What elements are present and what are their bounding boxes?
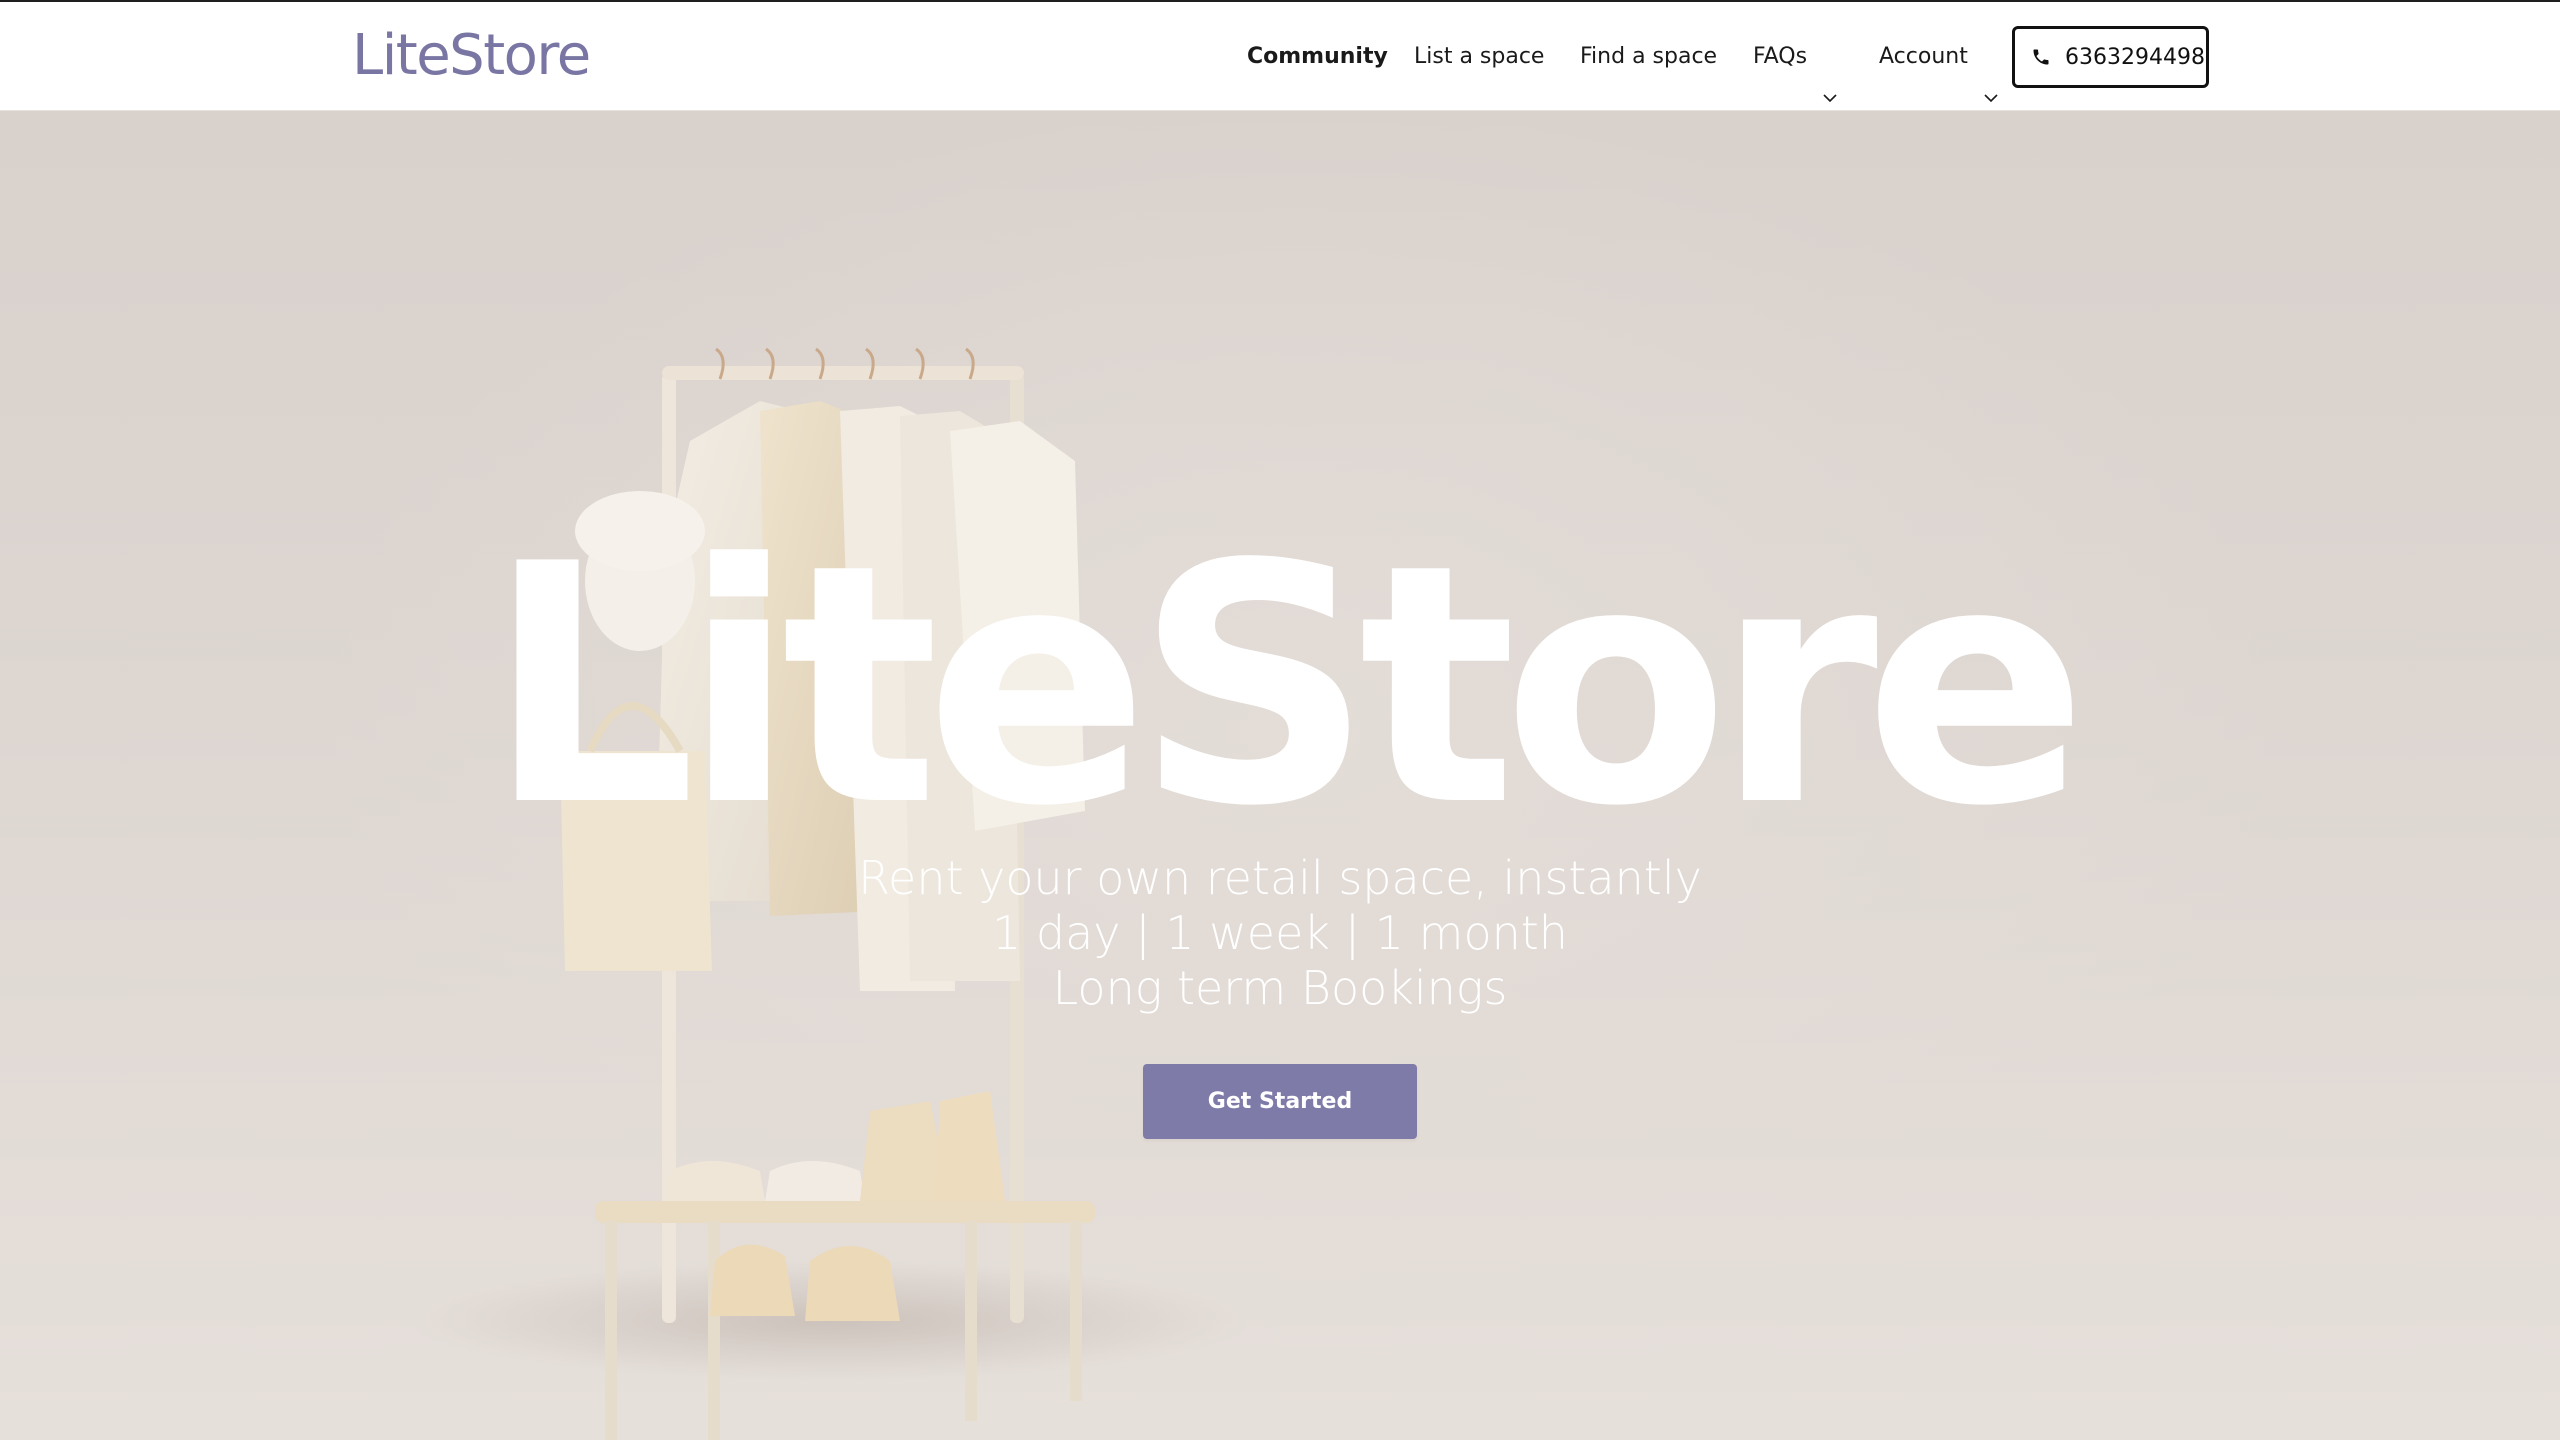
- top-navigation-bar: LiteStore Community List a space Find a …: [0, 0, 2560, 111]
- nav-list-a-space-link[interactable]: List a space: [1414, 2, 1544, 111]
- hero-title: LiteStore: [486, 494, 2088, 878]
- hero-section: LiteStore Rent your own retail space, in…: [0, 111, 2560, 1440]
- nav-account-dropdown[interactable]: Account: [1879, 2, 1999, 111]
- nav-faqs-dropdown[interactable]: FAQs: [1753, 2, 1838, 111]
- chevron-down-icon: [1822, 45, 1838, 103]
- hero-subtitle: Rent your own retail space, instantly 1 …: [0, 851, 2560, 1016]
- get-started-button[interactable]: Get Started: [1143, 1064, 1417, 1139]
- phone-call-button[interactable]: 6363294498: [2012, 26, 2209, 88]
- chevron-down-icon: [1983, 45, 1999, 103]
- phone-number: 6363294498: [2065, 44, 2205, 70]
- nav-faqs-label: FAQs: [1753, 44, 1808, 69]
- main-nav: Community List a space Find a space FAQs…: [0, 2, 2560, 111]
- nav-find-a-space-link[interactable]: Find a space: [1580, 2, 1717, 111]
- nav-account-label: Account: [1879, 44, 1968, 69]
- hero-subtitle-line: Rent your own retail space, instantly: [858, 851, 1702, 905]
- phone-icon: [2031, 47, 2065, 67]
- hero-subtitle-line: Long term Bookings: [1052, 961, 1508, 1015]
- nav-community-link[interactable]: Community: [1247, 2, 1388, 111]
- hero-subtitle-line: 1 day | 1 week | 1 month: [992, 906, 1568, 960]
